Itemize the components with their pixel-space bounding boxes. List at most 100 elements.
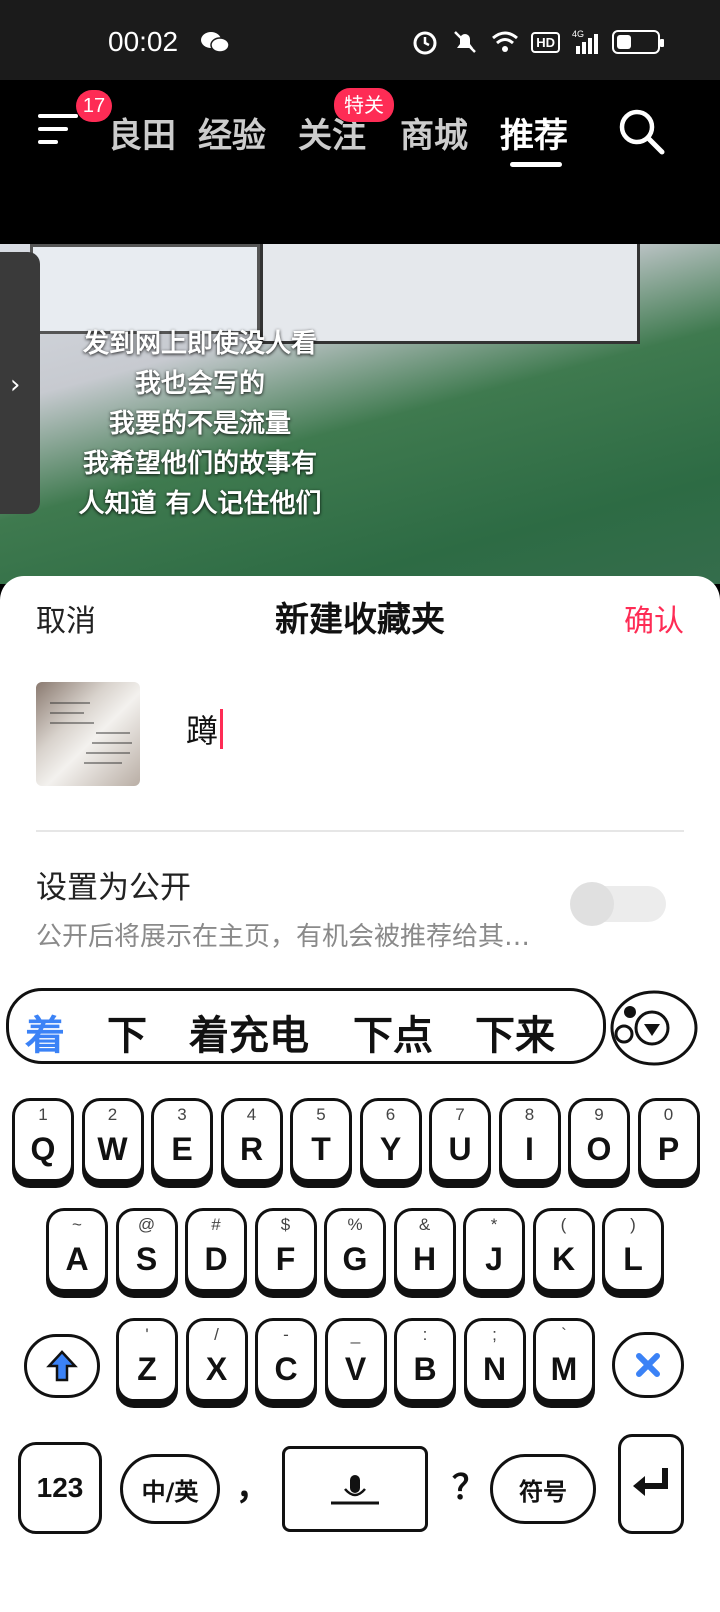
candidate-item[interactable]: 着 (25, 1003, 65, 1061)
key-secondary-label: % (347, 1215, 363, 1234)
key-primary-label: F (275, 1241, 296, 1277)
key-secondary-label: _ (350, 1325, 361, 1344)
menu-notification-badge: 17 (76, 90, 112, 122)
key-secondary-label: @ (137, 1215, 156, 1234)
enter-key[interactable] (618, 1434, 684, 1534)
public-toggle[interactable] (570, 882, 666, 926)
collection-cover-thumbnail[interactable] (36, 682, 140, 786)
key-secondary-label: 6 (385, 1105, 396, 1124)
collection-name-input[interactable]: 蹲 (186, 706, 224, 752)
delete-icon (636, 1353, 660, 1377)
candidate-item[interactable]: 下来 (475, 1003, 555, 1061)
key-primary-label: M (550, 1351, 578, 1387)
key-a[interactable]: ~ A (46, 1208, 108, 1292)
tab-liangtian[interactable]: 良田 (108, 108, 176, 157)
battery-level (617, 35, 631, 49)
key-z[interactable]: ' Z (116, 1318, 178, 1402)
key-r[interactable]: 4R (220, 1098, 283, 1182)
key-secondary-label: 9 (594, 1105, 604, 1124)
key-primary-label: W (97, 1131, 128, 1167)
key-v[interactable]: _ V (324, 1318, 387, 1402)
key-primary-label: L (623, 1241, 643, 1277)
question-key[interactable]: ？ (452, 1460, 486, 1509)
candidate-item[interactable]: 下 (107, 1003, 147, 1061)
side-panel-toggle[interactable]: › (0, 252, 40, 514)
key-secondary-label: / (214, 1325, 219, 1344)
key-secondary-label: 3 (177, 1105, 187, 1124)
key-b[interactable]: :B (394, 1318, 456, 1402)
key-secondary-label: 8 (524, 1105, 535, 1124)
tab-shangcheng[interactable]: 商城 (400, 108, 468, 157)
tab-jingyan[interactable]: 经验 (198, 108, 266, 157)
numbers-key[interactable]: 123 (18, 1442, 102, 1534)
key-primary-label: B (413, 1351, 437, 1387)
caption-line: 我也会写的 (134, 369, 265, 399)
active-tab-indicator (510, 162, 562, 167)
sheet-title: 新建收藏夹 (275, 600, 445, 640)
key-primary-label: N (482, 1351, 507, 1387)
key-c[interactable]: -C (255, 1318, 317, 1402)
key-w[interactable]: 2W (81, 1098, 144, 1182)
key-secondary-label: ; (492, 1325, 497, 1344)
alarm-icon (413, 31, 437, 55)
key-secondary-label: & (418, 1215, 431, 1234)
cancel-button[interactable]: 取消 (36, 596, 96, 640)
candidate-item[interactable]: 着充电 (189, 1003, 309, 1061)
key-secondary-label: 1 (38, 1105, 48, 1124)
key-primary-label: V (344, 1351, 367, 1387)
public-setting-description: 公开后将展示在主页，有机会被推荐给其… (36, 922, 531, 952)
keyboard: 着 下 着充电 下点 下来 1Q2W3E4R5T6Y7U8I9O0P ~ A @ S #… (0, 972, 720, 1612)
key-secondary-label: 5 (316, 1105, 326, 1124)
comma-key[interactable]: ， (236, 1460, 270, 1509)
backspace-key[interactable] (612, 1332, 684, 1398)
key-secondary-label: ~ (72, 1215, 82, 1234)
key-n[interactable]: ; N (463, 1318, 526, 1402)
tab-tuijian[interactable]: 推荐 (500, 108, 568, 157)
key-d[interactable]: # D (185, 1208, 247, 1292)
key-e[interactable]: 3E (151, 1098, 213, 1182)
video-monitor-left (30, 244, 260, 334)
status-bar: 00:02 HD 4G (0, 0, 720, 80)
key-y[interactable]: 6Y (359, 1098, 422, 1182)
key-p[interactable]: 0P (637, 1098, 700, 1182)
key-j[interactable]: * J (463, 1208, 525, 1292)
candidate-item[interactable]: 下点 (353, 1003, 433, 1061)
battery-icon (612, 30, 664, 54)
key-i[interactable]: 8I (498, 1098, 561, 1182)
key-primary-label: A (65, 1241, 89, 1277)
key-m[interactable]: ` M (533, 1318, 595, 1402)
key-secondary-label: ' (145, 1325, 149, 1344)
menu-button[interactable] (38, 114, 78, 148)
shift-key[interactable] (24, 1334, 100, 1398)
key-g[interactable]: % G (324, 1208, 386, 1292)
key-primary-label: D (204, 1241, 228, 1277)
key-f[interactable]: $ F (254, 1208, 317, 1292)
confirm-button[interactable]: 确认 (624, 596, 684, 640)
key-primary-label: K (551, 1241, 576, 1277)
key-secondary-label: ) (630, 1215, 636, 1234)
video-player[interactable]: 发到网上即使没人看 我也会写的 我要的不是流量 我希望他们的故事有 人知道 有人… (0, 244, 720, 584)
search-icon[interactable] (616, 106, 666, 156)
key-k[interactable]: (K (532, 1208, 595, 1292)
key-secondary-label: 2 (107, 1105, 118, 1124)
key-primary-label: T (311, 1131, 331, 1167)
key-primary-label: E (171, 1131, 193, 1167)
key-t[interactable]: 5T (290, 1098, 352, 1182)
key-u[interactable]: 7U (429, 1098, 491, 1182)
language-switch-key[interactable]: 中/英 (120, 1454, 220, 1524)
status-icons: HD 4G (411, 28, 664, 56)
keyboard-mascot-expand-icon[interactable] (600, 982, 700, 1068)
key-q[interactable]: 1Q (12, 1098, 74, 1182)
key-primary-label: S (135, 1241, 158, 1277)
key-secondary-label: ( (560, 1215, 567, 1234)
key-primary-label: R (239, 1131, 264, 1167)
key-primary-label: J (485, 1241, 503, 1277)
symbols-key[interactable]: 符号 (490, 1454, 596, 1524)
key-l[interactable]: ) L (602, 1208, 664, 1292)
key-o[interactable]: 9O (568, 1098, 630, 1182)
key-s[interactable]: @ S (115, 1208, 178, 1292)
key-h[interactable]: & H (393, 1208, 456, 1292)
key-x[interactable]: / X (185, 1318, 248, 1402)
space-voice-key[interactable] (282, 1446, 428, 1532)
candidate-bar: 着 下 着充电 下点 下来 (6, 988, 606, 1064)
